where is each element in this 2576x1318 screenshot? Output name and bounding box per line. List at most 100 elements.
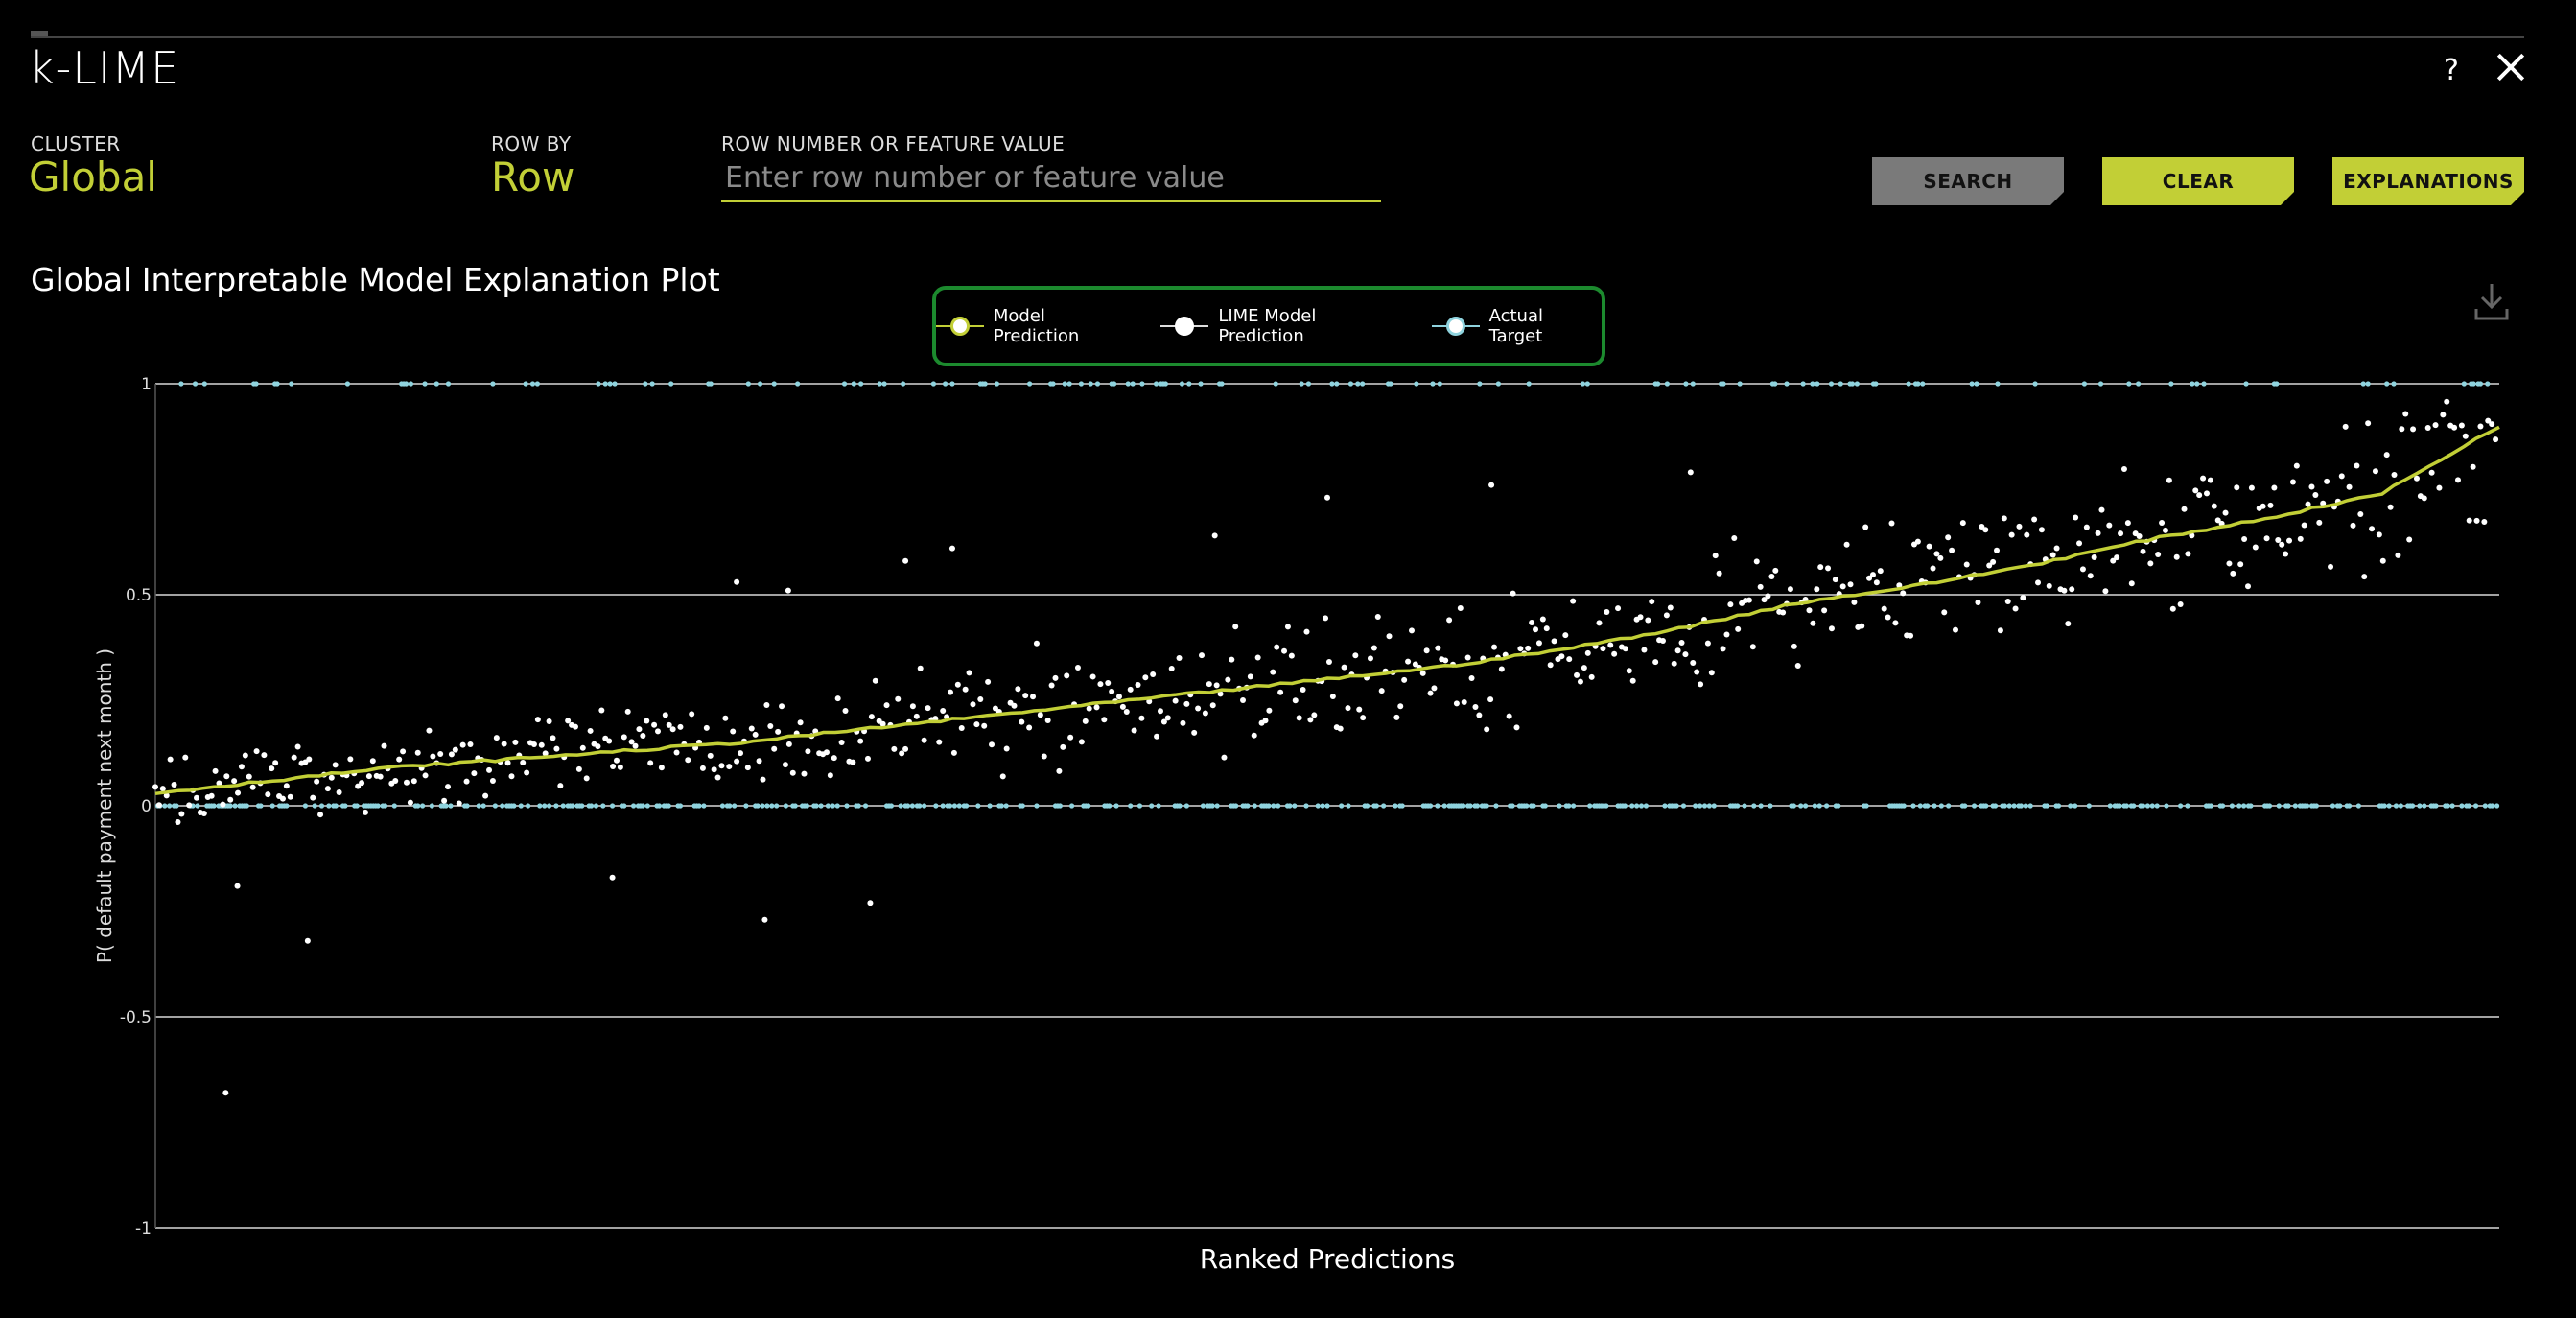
actual-target-point: [518, 803, 524, 809]
lime-prediction-point: [948, 545, 955, 552]
lime-prediction-point: [1517, 646, 1524, 652]
actual-target-point: [732, 803, 738, 809]
actual-target-point: [771, 381, 777, 387]
lime-prediction-point: [761, 916, 768, 923]
legend-item-lime-model-prediction[interactable]: LIME Model Prediction: [1160, 306, 1406, 346]
search-button[interactable]: SEARCH: [1872, 157, 2064, 205]
lime-prediction-point: [2118, 530, 2124, 537]
lime-prediction-point: [2237, 561, 2244, 568]
lime-prediction-point: [1131, 727, 1137, 734]
actual-target-point: [2194, 381, 2200, 387]
actual-target-point: [1266, 803, 1272, 809]
lime-prediction-point: [2316, 519, 2323, 526]
actual-target-point: [1364, 803, 1370, 809]
lime-prediction-point: [707, 752, 714, 759]
y-tick-label: 0.5: [126, 586, 152, 605]
lime-prediction-point: [2428, 469, 2435, 476]
lime-prediction-point: [1109, 688, 1115, 694]
download-icon[interactable]: [2472, 280, 2511, 322]
lime-prediction-point: [2069, 586, 2075, 593]
actual-target-point: [2248, 803, 2254, 809]
actual-target-point: [1584, 381, 1590, 387]
lime-prediction-point: [565, 718, 572, 724]
actual-target-point: [588, 803, 595, 809]
actual-target-point: [956, 803, 962, 809]
lime-prediction-point: [1247, 673, 1253, 680]
clear-button[interactable]: CLEAR: [2102, 157, 2294, 205]
lime-prediction-point: [711, 766, 717, 773]
actual-target-point: [1816, 803, 1822, 809]
actual-target-point: [1339, 803, 1345, 809]
search-input[interactable]: [721, 155, 1381, 202]
actual-target-point: [1477, 381, 1483, 387]
window-top-border: [31, 36, 2524, 38]
lime-prediction-point: [235, 789, 242, 796]
lime-prediction-point: [2399, 426, 2405, 433]
lime-prediction-point: [1015, 686, 1021, 693]
actual-target-point: [1662, 803, 1668, 809]
lime-prediction-point: [1645, 617, 1651, 624]
cluster-dropdown[interactable]: Global: [29, 153, 157, 200]
legend-item-model-prediction[interactable]: Model Prediction: [936, 306, 1136, 346]
lime-prediction-point: [1745, 597, 1752, 603]
lime-prediction-point: [1176, 654, 1183, 661]
row-by-dropdown[interactable]: Row: [491, 153, 574, 200]
lime-prediction-point: [779, 703, 785, 710]
lime-prediction-point: [1386, 633, 1393, 640]
lime-prediction-point: [827, 772, 833, 779]
explanations-button[interactable]: EXPLANATIONS: [2332, 157, 2524, 205]
actual-target-point: [2107, 803, 2113, 809]
lime-prediction-point: [2383, 452, 2390, 459]
help-icon[interactable]: ?: [2444, 54, 2459, 87]
lime-prediction-point: [734, 578, 740, 585]
lime-prediction-point: [1026, 724, 1033, 731]
actual-target-point: [982, 381, 988, 387]
lime-prediction-point: [1296, 715, 1302, 721]
lime-prediction-point: [152, 784, 158, 790]
actual-target-point: [1107, 803, 1112, 809]
actual-target-point: [333, 803, 339, 809]
actual-target-point: [917, 803, 923, 809]
lime-prediction-point: [2245, 583, 2252, 590]
actual-target-point: [2266, 803, 2273, 809]
lime-prediction-point: [1281, 647, 1288, 654]
close-icon[interactable]: [2494, 50, 2528, 84]
lime-prediction-point: [1232, 624, 1239, 630]
actual-target-point: [774, 803, 780, 809]
actual-target-point: [1441, 803, 1447, 809]
lime-prediction-point: [1757, 583, 1764, 590]
lime-prediction-point: [579, 744, 586, 751]
actual-target-point: [476, 803, 481, 809]
actual-target-point: [1873, 381, 1879, 387]
actual-target-point: [429, 803, 434, 809]
lime-prediction-point: [489, 777, 496, 784]
legend-item-actual-target[interactable]: Actual Target: [1431, 306, 1602, 346]
lime-prediction-point: [748, 725, 755, 732]
lime-prediction-point: [2369, 526, 2376, 532]
actual-target-point: [192, 381, 199, 387]
lime-prediction-point: [2073, 514, 2079, 521]
lime-prediction-point: [2410, 426, 2417, 433]
lime-prediction-point: [872, 677, 878, 684]
lime-prediction-point: [2402, 411, 2409, 417]
actual-target-point: [769, 803, 775, 809]
lime-prediction-point: [2424, 425, 2431, 432]
lime-prediction-point: [1195, 705, 1202, 712]
lime-prediction-point: [377, 773, 384, 780]
lime-prediction-point: [2263, 535, 2270, 542]
lime-prediction-point: [867, 900, 874, 906]
actual-target-point: [490, 381, 496, 387]
lime-prediction-point: [2004, 599, 2011, 605]
actual-target-point: [1828, 381, 1835, 387]
actual-target-point: [1388, 381, 1393, 387]
actual-target-point: [1655, 381, 1661, 387]
actual-target-point: [2144, 803, 2150, 809]
lime-prediction-point: [1667, 604, 1674, 611]
lime-prediction-point: [1101, 717, 1108, 723]
actual-target-point: [1435, 803, 1440, 809]
lime-prediction-point: [2046, 582, 2052, 589]
lime-prediction-point: [1360, 715, 1367, 721]
lime-prediction-point: [2489, 421, 2495, 428]
lime-prediction-point: [2328, 563, 2334, 570]
actual-target-point: [1493, 803, 1499, 809]
